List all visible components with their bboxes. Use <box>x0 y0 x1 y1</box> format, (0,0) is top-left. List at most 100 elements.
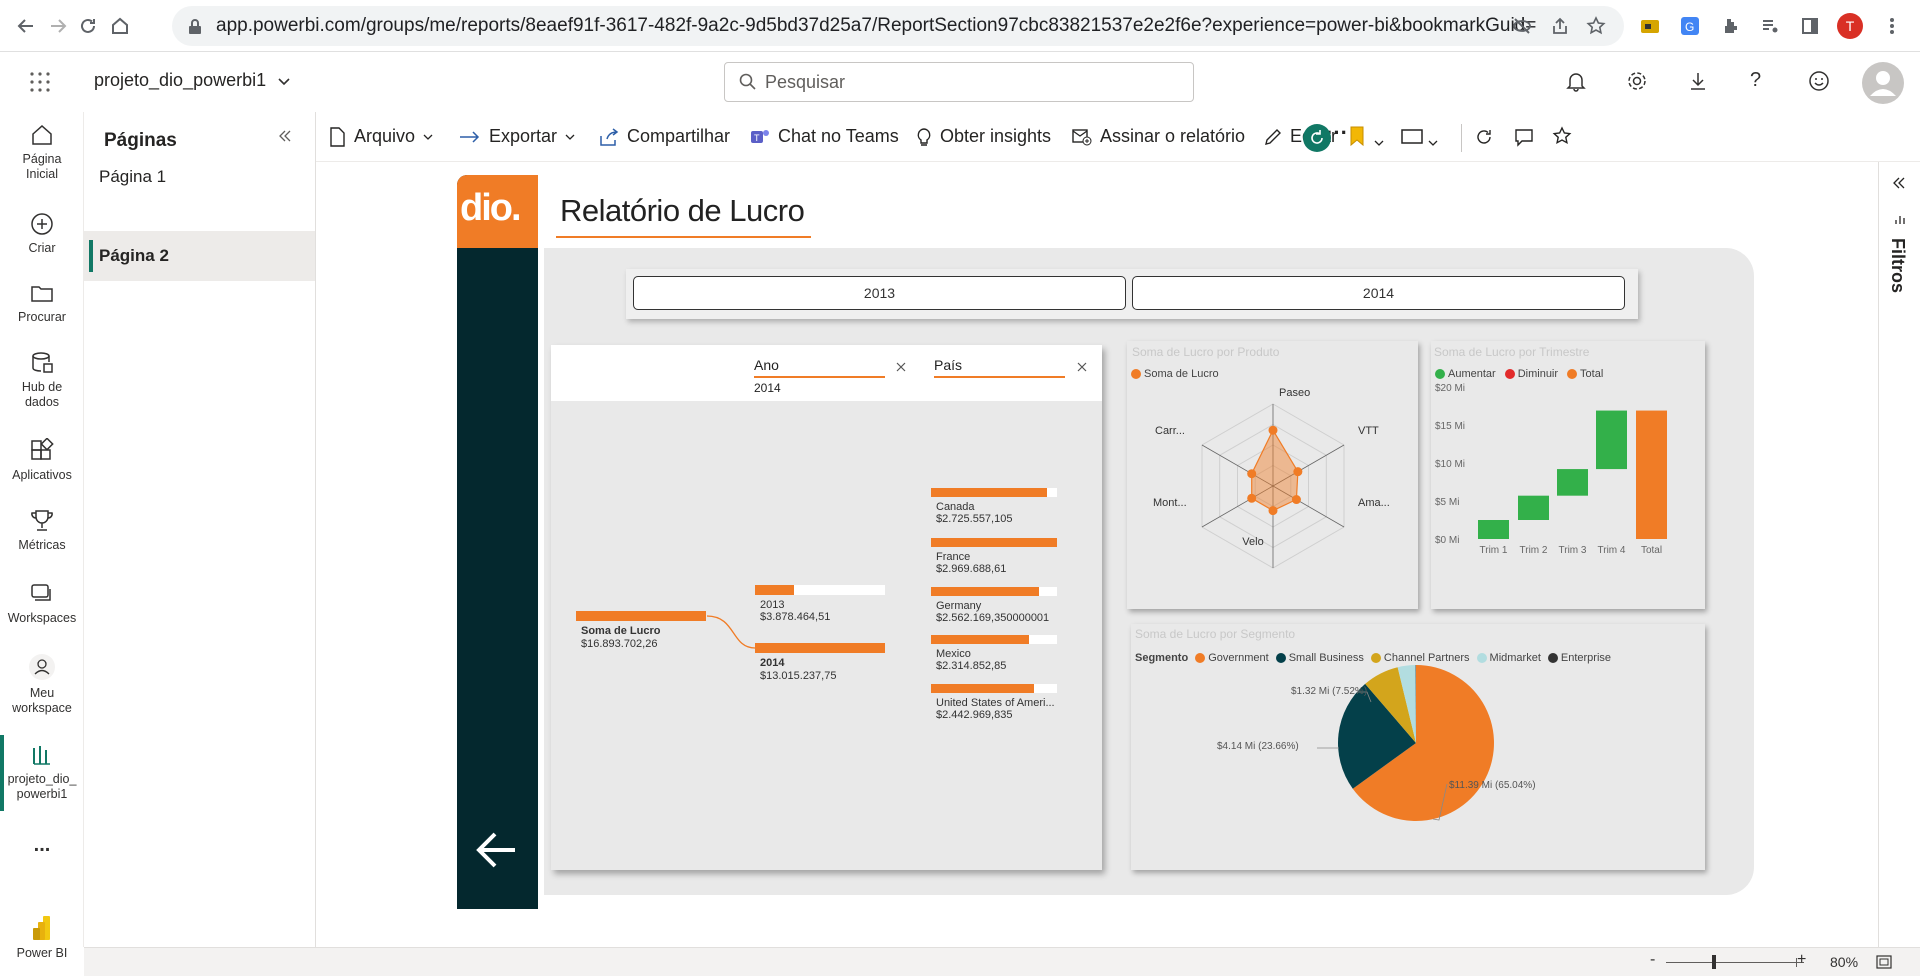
forward-icon[interactable] <box>44 12 72 40</box>
page-item-1[interactable]: Página 1 <box>84 152 315 202</box>
radar-axis-label: Carr... <box>1155 425 1185 437</box>
back-arrow-icon[interactable] <box>475 830 519 875</box>
country-bar-track <box>931 635 1057 644</box>
radar-point <box>1268 425 1278 435</box>
nav-browse[interactable]: Procurar <box>0 280 84 325</box>
radar-axis-label: VTT <box>1358 425 1379 437</box>
country-bar-fill[interactable] <box>931 635 1029 644</box>
reload-icon[interactable] <box>74 12 102 40</box>
subscribe-label: Assinar o relatório <box>1100 126 1246 146</box>
radar-point <box>1247 493 1257 503</box>
side-panel-icon[interactable] <box>1796 12 1824 40</box>
country-bar-fill[interactable] <box>931 488 1047 497</box>
comment-icon[interactable] <box>1514 127 1534 152</box>
share-icon[interactable] <box>1550 16 1570 42</box>
media-control-icon[interactable] <box>1756 12 1784 40</box>
zoom-slider-track[interactable] <box>1666 962 1804 963</box>
app-launcher-icon[interactable] <box>29 71 51 98</box>
share-button[interactable]: Compartilhar <box>599 126 730 147</box>
extension-1-icon[interactable] <box>1636 12 1664 40</box>
country-bar-fill[interactable] <box>931 684 1034 693</box>
country-label: Mexico <box>936 648 971 660</box>
notifications-icon[interactable] <box>1565 70 1587 97</box>
nav-apps[interactable]: Aplicativos <box>0 438 84 483</box>
workspace-title-button[interactable]: projeto_dio_powerbi1 <box>94 70 290 91</box>
collapse-pane-icon[interactable] <box>278 129 292 148</box>
search-input[interactable]: Pesquisar <box>724 62 1194 102</box>
settings-gear-icon[interactable] <box>1626 70 1648 97</box>
trophy-icon <box>31 510 53 531</box>
year-bar-fill-2014[interactable] <box>755 643 885 653</box>
root-bar[interactable] <box>576 611 706 621</box>
country-bar-track <box>931 538 1057 547</box>
selected-page-indicator <box>89 240 93 272</box>
slicer-option-2013[interactable]: 2013 <box>633 276 1126 310</box>
nav-report-label2: powerbi1 <box>16 787 68 801</box>
nav-powerbi[interactable]: Power BI <box>0 914 84 961</box>
radar-series-area <box>1251 428 1299 512</box>
year-label-2014: 2014 <box>760 657 785 669</box>
filters-pane[interactable]: Filtros <box>1878 162 1920 947</box>
subscribe-button[interactable]: Assinar o relatório <box>1072 126 1245 147</box>
profile-initial: T <box>1837 13 1863 39</box>
waterfall-x-label: Trim 1 <box>1480 545 1508 556</box>
pie-data-label: $4.14 Mi (23.66%) <box>1217 741 1299 752</box>
eye-off-icon[interactable] <box>1512 16 1532 42</box>
year-bar-fill-2013[interactable] <box>755 585 794 595</box>
teams-chat-button[interactable]: T Chat no Teams <box>750 126 899 147</box>
pie-plot: $1.32 Mi (7.52%) $4.14 Mi (23.66%) $11.39 … <box>1217 664 1536 821</box>
download-icon[interactable] <box>1687 70 1709 97</box>
browser-menu-icon[interactable] <box>1878 12 1906 40</box>
extensions-icon[interactable] <box>1716 12 1744 40</box>
radar-plot: Paseo VTT Ama... Velo Mont... Carr... <box>1153 387 1390 569</box>
zoom-slider-thumb[interactable] <box>1712 955 1716 969</box>
insights-button[interactable]: Obter insights <box>916 126 1051 147</box>
country-bar-fill[interactable] <box>931 587 1039 596</box>
page-item-2[interactable]: Página 2 <box>84 231 315 281</box>
nav-report-label1: projeto_dio_ <box>7 772 77 786</box>
export-menu-button[interactable]: Exportar <box>459 126 575 147</box>
nav-metrics[interactable]: Métricas <box>0 508 84 553</box>
view-chevron-icon[interactable] <box>1428 133 1438 151</box>
mail-plus-icon <box>1072 128 1092 145</box>
nav-current-report[interactable]: projeto_dio_ powerbi1 <box>0 742 84 802</box>
address-bar[interactable]: app.powerbi.com/groups/me/reports/8eaef9… <box>172 6 1624 46</box>
page-item-1-label: Página 1 <box>99 167 167 186</box>
nav-my-workspace[interactable]: Meu workspace <box>0 652 84 716</box>
zoom-in-button[interactable]: + <box>1797 951 1806 969</box>
help-icon[interactable]: ? <box>1750 69 1761 92</box>
pie-data-label: $11.39 Mi (65.04%) <box>1449 780 1536 791</box>
year-bar-track-2014 <box>755 643 885 653</box>
slicer-option-2014[interactable]: 2014 <box>1132 276 1625 310</box>
user-avatar[interactable] <box>1862 62 1904 104</box>
bookmark-icon[interactable] <box>1349 125 1365 152</box>
browser-toolbar: app.powerbi.com/groups/me/reports/8eaef9… <box>0 0 1920 52</box>
nav-home[interactable]: Página Inicial <box>0 122 84 182</box>
report-sidebar: dio. <box>457 175 538 909</box>
nav-datahub[interactable]: Hub de dados <box>0 350 84 410</box>
fit-to-page-icon[interactable] <box>1876 955 1892 974</box>
expand-filters-icon[interactable] <box>1893 176 1905 194</box>
bookmark-chevron-icon[interactable] <box>1374 133 1384 151</box>
bookmark-star-icon[interactable] <box>1586 16 1606 42</box>
reset-icon[interactable] <box>1303 124 1331 152</box>
favorite-star-icon[interactable] <box>1552 126 1572 151</box>
zoom-out-button[interactable]: - <box>1650 951 1655 969</box>
waterfall-chart: Soma de Lucro por Trimestre Aumentar Dim… <box>1431 341 1705 609</box>
home-icon[interactable] <box>106 12 134 40</box>
back-icon[interactable] <box>12 12 40 40</box>
feedback-smiley-icon[interactable] <box>1808 70 1830 97</box>
status-bar: - + 80% <box>84 947 1920 976</box>
file-menu-button[interactable]: Arquivo <box>328 126 433 147</box>
refresh-icon[interactable] <box>1474 127 1494 152</box>
translate-icon[interactable]: G <box>1676 12 1704 40</box>
nav-workspaces[interactable]: Workspaces <box>0 581 84 626</box>
profile-avatar[interactable]: T <box>1836 12 1864 40</box>
country-label: Germany <box>936 600 982 612</box>
waterfall-y-tick: $20 Mi <box>1435 383 1465 394</box>
view-icon[interactable] <box>1401 128 1423 149</box>
nav-more-button[interactable]: ... <box>0 835 84 855</box>
nav-create-label: Criar <box>28 241 56 255</box>
nav-create[interactable]: Criar <box>0 211 84 256</box>
country-bar-fill[interactable] <box>931 538 1057 547</box>
